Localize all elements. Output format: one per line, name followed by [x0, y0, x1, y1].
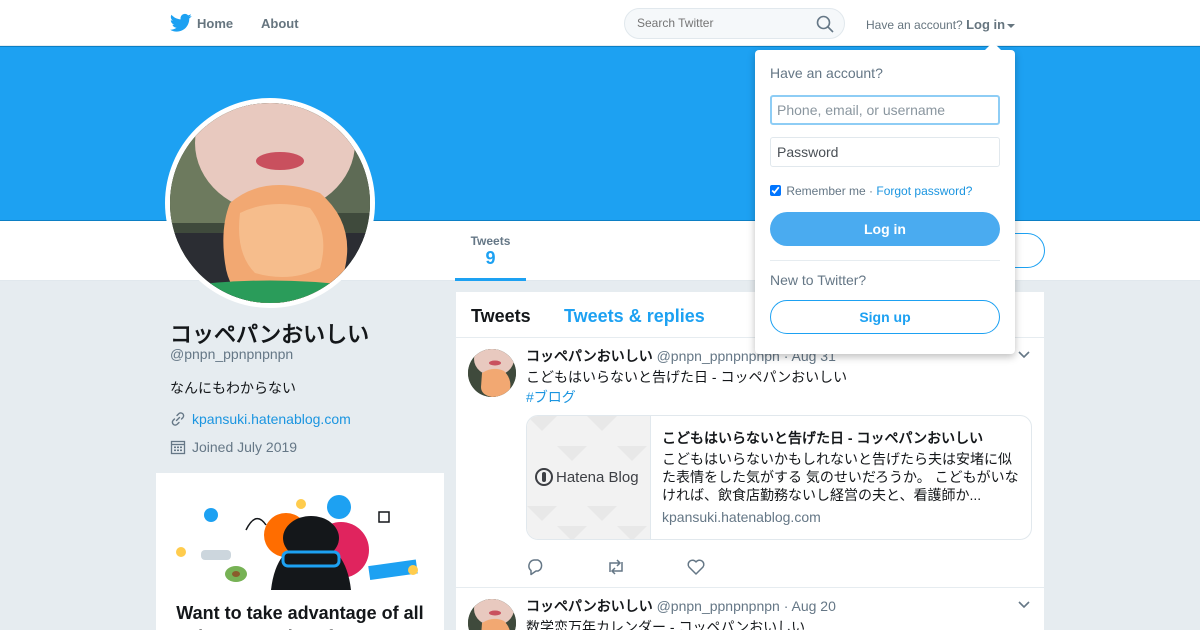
remember-me-checkbox[interactable] [770, 185, 781, 196]
signup-button[interactable]: Sign up [770, 300, 1000, 334]
like-icon[interactable] [686, 558, 706, 576]
promo-illustration [176, 495, 418, 590]
tweet[interactable]: コッペパンおいしい @pnpn_ppnpnpnpn · Aug 20 数学恋万年… [456, 589, 1044, 630]
caret-down-icon[interactable] [1007, 23, 1016, 28]
have-account-text: Have an account? [866, 18, 963, 32]
retweet-icon[interactable] [606, 558, 626, 576]
search-box[interactable] [624, 8, 845, 39]
card-domain: kpansuki.hatenablog.com [662, 509, 821, 525]
stat-tweets[interactable]: Tweets 9 [455, 221, 526, 281]
tweet-hashtag[interactable]: #ブログ [526, 387, 576, 407]
tweet-timestamp[interactable]: · Aug 20 [784, 598, 836, 614]
profile-handle[interactable]: @pnpn_ppnpnpnpn [170, 346, 293, 362]
hatena-blog-logo: Hatena Blog [535, 468, 639, 486]
login-heading: Have an account? [770, 65, 883, 81]
link-card[interactable]: Hatena Blog こどもはいらないと告げた日 - コッペパンおいしい こど… [526, 415, 1032, 540]
top-nav: Home About Have an account? Log in [0, 0, 1200, 46]
divider [770, 260, 1000, 261]
link-icon [171, 412, 185, 426]
card-title: こどもはいらないと告げた日 - コッペパンおいしい [662, 430, 984, 446]
profile-joined: Joined July 2019 [170, 439, 297, 455]
tab-tweets[interactable]: Tweets [471, 306, 531, 327]
tweet[interactable]: コッペパンおいしい @pnpn_ppnpnpnpn · Aug 31 こどもはい… [456, 339, 1044, 588]
profile-joined-text: Joined July 2019 [192, 439, 298, 455]
search-icon[interactable] [816, 15, 834, 33]
forgot-password-link[interactable]: Forgot password? [876, 184, 972, 198]
tweet-text: 数学恋万年カレンダー - コッペパンおいしい [526, 619, 806, 630]
tab-tweets-and-replies[interactable]: Tweets & replies [564, 306, 705, 327]
stat-tweets-label: Tweets [470, 234, 511, 248]
tweet-header: コッペパンおいしい @pnpn_ppnpnpnpn · Aug 20 [526, 596, 836, 616]
twitter-bird-icon[interactable] [170, 13, 192, 33]
stat-tweets-value: 9 [485, 248, 496, 268]
chevron-down-icon[interactable] [1018, 351, 1030, 359]
tweet-text: こどもはいらないと告げた日 - コッペパンおいしい [526, 369, 848, 385]
username-input[interactable] [770, 95, 1000, 125]
tweet-author-name[interactable]: コッペパンおいしい [526, 348, 653, 364]
tweet-avatar[interactable] [468, 599, 516, 630]
login-dropdown-toggle[interactable]: Log in [966, 17, 1005, 32]
promo-card: Want to take advantage of all the new Tw… [156, 473, 444, 630]
remember-me-label[interactable]: Remember me · [786, 184, 873, 198]
tweet-avatar[interactable] [468, 349, 516, 397]
profile-url-text[interactable]: kpansuki.hatenablog.com [192, 411, 351, 427]
login-dropdown: Have an account? Remember me · Forgot pa… [755, 42, 1015, 354]
profile-bio: なんにもわからない [170, 380, 296, 396]
profile-avatar[interactable] [165, 98, 375, 308]
profile-url[interactable]: kpansuki.hatenablog.com [170, 411, 351, 427]
search-input[interactable] [637, 16, 807, 30]
calendar-icon [170, 440, 186, 455]
password-input[interactable] [770, 137, 1000, 167]
card-thumbnail: Hatena Blog [527, 416, 651, 539]
avatar-photo [170, 103, 370, 303]
nav-about-link[interactable]: About [261, 16, 299, 31]
reply-icon[interactable] [526, 558, 546, 576]
card-description: こどもはいらないかもしれないと告げたら夫は安堵に似た表情をした気がする 気のせい… [662, 451, 1019, 503]
profile-name[interactable]: コッペパンおいしい [170, 317, 369, 349]
new-to-twitter-text: New to Twitter? [770, 272, 867, 288]
login-button[interactable]: Log in [770, 212, 1000, 246]
have-account-prompt: Have an account? Log in [866, 17, 1016, 32]
remember-row: Remember me · Forgot password? [770, 184, 972, 198]
tweet-author-name[interactable]: コッペパンおいしい [526, 598, 653, 614]
promo-title: Want to take advantage of all the new Tw… [176, 603, 424, 630]
chevron-down-icon[interactable] [1018, 601, 1030, 609]
tweet-author-handle[interactable]: @pnpn_ppnpnpnpn [657, 598, 780, 614]
nav-home-link[interactable]: Home [197, 16, 233, 31]
